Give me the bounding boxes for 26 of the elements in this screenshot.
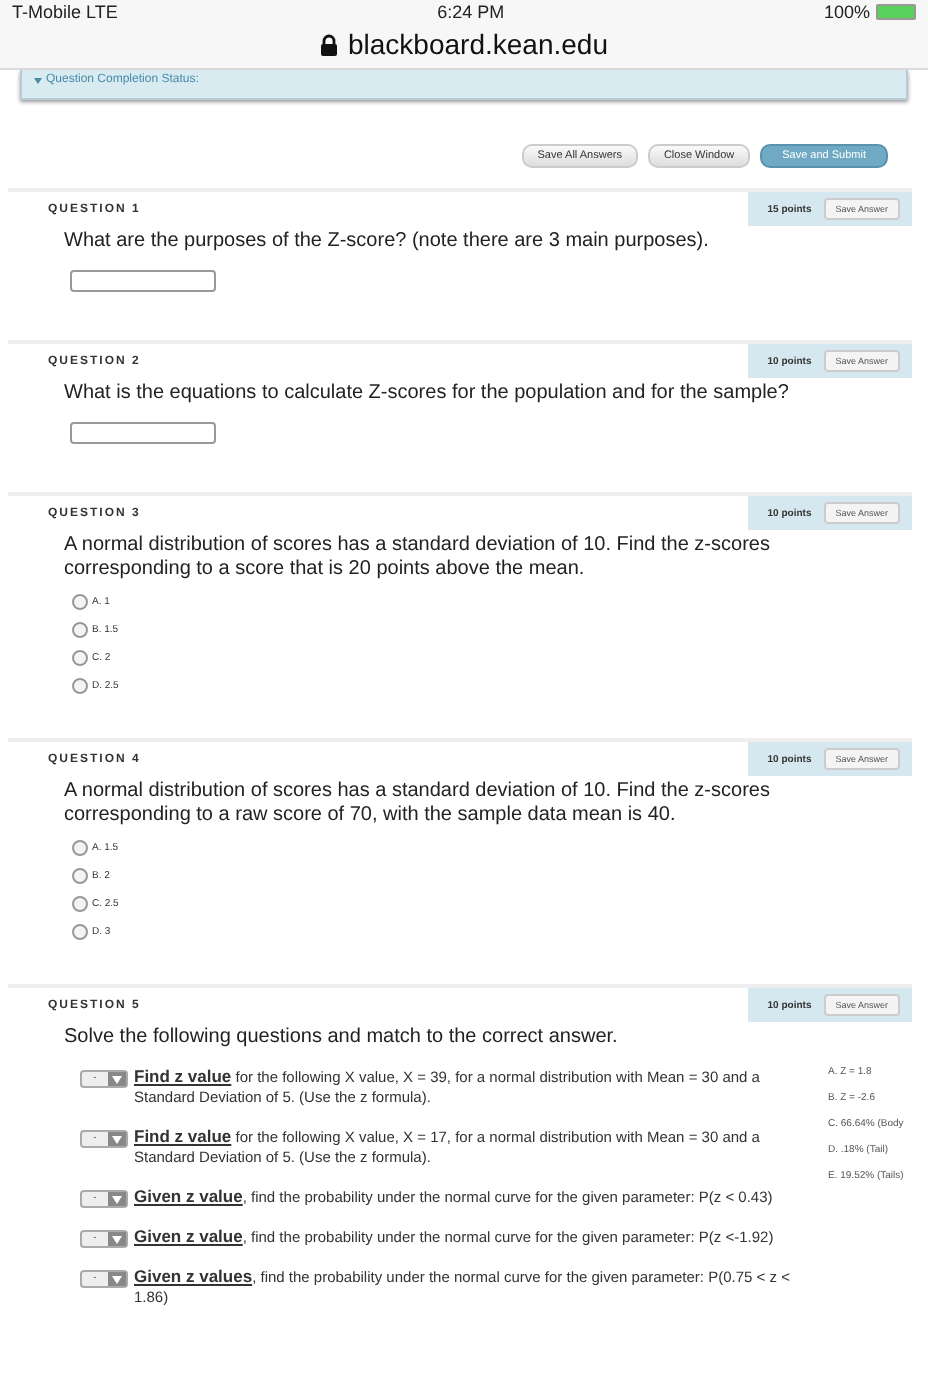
question-text: A normal distribution of scores has a standard deviation of 10. Find the z-scores corresponding to a raw score of 70, with the sample data mean is 40. xyxy=(64,780,772,828)
question-text: What are the purposes of the Z-score? (note there are 3 main purposes). xyxy=(64,230,711,254)
radio-button[interactable] xyxy=(72,678,88,694)
carrier-text: T-Mobile LTE xyxy=(12,0,118,24)
question-text: What is the equations to calculate Z-scores for the population and for the sample? xyxy=(64,382,791,406)
lock-icon xyxy=(320,33,338,55)
radio-button[interactable] xyxy=(72,594,88,610)
url-text[interactable]: blackboard.kean.edu xyxy=(348,28,608,60)
radio-button[interactable] xyxy=(72,896,88,912)
clock-text: 6:24 PM xyxy=(437,0,505,24)
caret-icon xyxy=(112,1235,122,1243)
caret-icon xyxy=(112,1135,122,1143)
answer-field[interactable] xyxy=(70,270,216,292)
caret-icon xyxy=(112,1275,122,1283)
caret-icon xyxy=(112,1195,122,1203)
question-text: Solve the following questions and match to the correct answer. xyxy=(64,1026,620,1050)
question-text: A normal distribution of scores has a standard deviation of 10. Find the z-scores corresponding to a score that is 20 points above the mean. xyxy=(64,534,772,582)
radio-button[interactable] xyxy=(72,924,88,940)
radio-button[interactable] xyxy=(72,840,88,856)
radio-button[interactable] xyxy=(72,622,88,638)
battery-icon xyxy=(875,4,916,20)
answer-field[interactable] xyxy=(70,422,216,444)
radio-button[interactable] xyxy=(72,868,88,884)
radio-button[interactable] xyxy=(72,650,88,666)
battery-text: 100% xyxy=(823,0,870,24)
caret-icon xyxy=(112,1075,122,1083)
